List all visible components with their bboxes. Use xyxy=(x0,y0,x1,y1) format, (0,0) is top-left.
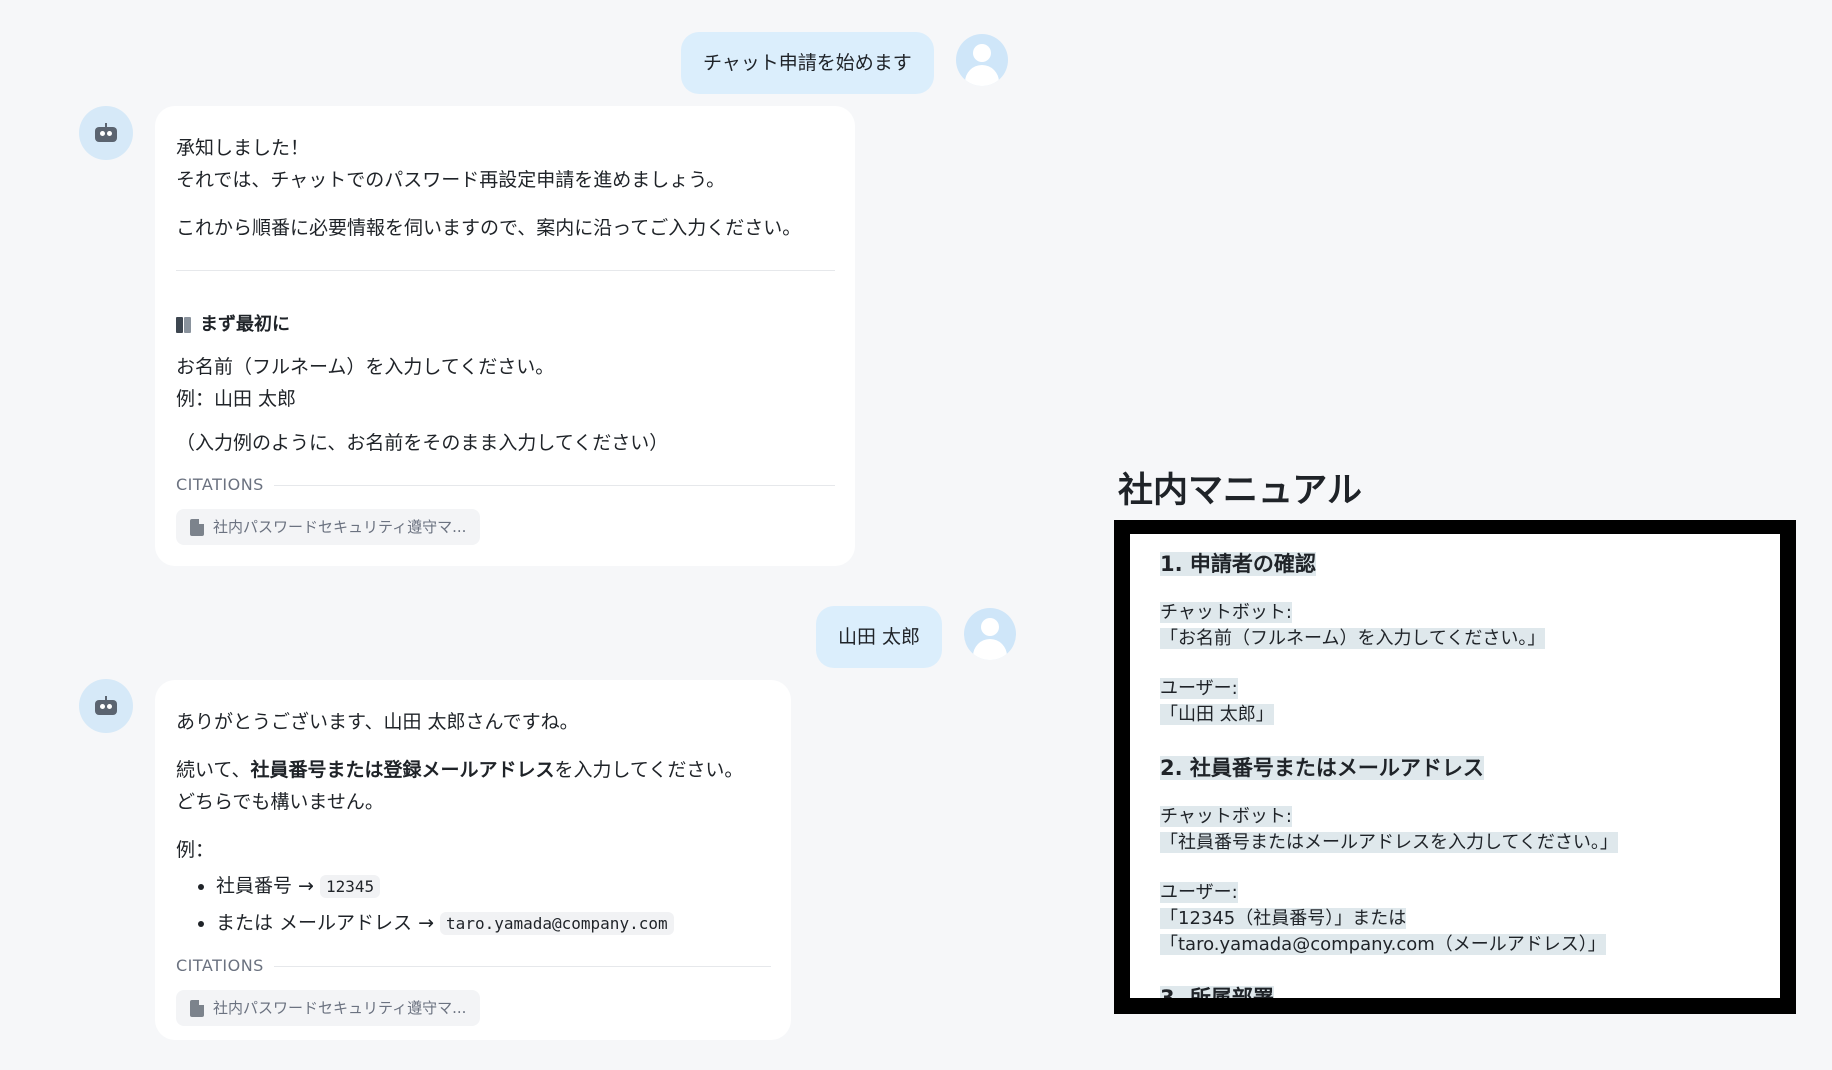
list-item-text: 社員番号 → xyxy=(216,875,320,897)
bot-text: 承知しました！ xyxy=(176,137,310,159)
citations-label: CITATIONS xyxy=(176,956,264,975)
manual-text: 「12345（社員番号）」または xyxy=(1160,908,1407,929)
list-item-text: または メールアドレス → xyxy=(216,912,441,934)
bot-text: どちらでも構いません。 xyxy=(176,791,384,813)
manual-text: 「お名前（フルネーム）を入力してください。」 xyxy=(1160,628,1546,649)
list-item: または メールアドレス → taro.yamada@company.com xyxy=(216,907,771,940)
section-heading: まず最初に xyxy=(176,309,835,341)
bot-text: それでは、チャットでのパスワード再設定申請を進めましょう。 xyxy=(176,169,726,191)
user-message-bubble: 山田 太郎 xyxy=(816,606,943,668)
manual-label: チャットボット: xyxy=(1160,602,1292,623)
user-message-bubble: チャット申請を始めます xyxy=(681,32,934,94)
book-icon xyxy=(176,316,192,334)
manual-label: ユーザー: xyxy=(1160,678,1238,699)
manual-frame: 1. 申請者の確認 チャットボット: 「お名前（フルネーム）を入力してください。… xyxy=(1114,520,1796,1014)
manual-heading: 1. 申請者の確認 xyxy=(1160,552,1316,576)
manual-label: ユーザー: xyxy=(1160,882,1238,903)
emphasis-text: 社員番号または登録メールアドレス xyxy=(250,759,555,781)
bot-text: （入力例のように、お名前をそのまま入力してください） xyxy=(176,432,669,454)
bot-text: お名前（フルネーム）を入力してください。 xyxy=(176,356,555,378)
user-message-row: 山田 太郎 xyxy=(816,606,1017,668)
citation-link[interactable]: 社内パスワードセキュリティ遵守マ... xyxy=(176,990,481,1026)
citation-link[interactable]: 社内パスワードセキュリティ遵守マ... xyxy=(176,509,481,545)
pdf-icon xyxy=(190,999,204,1017)
citation-title: 社内パスワードセキュリティ遵守マ... xyxy=(213,518,467,536)
citations-header: CITATIONS xyxy=(176,950,771,982)
divider xyxy=(176,270,835,271)
manual-text: 「山田 太郎」 xyxy=(1160,704,1274,725)
bot-avatar-icon xyxy=(79,106,133,160)
chat-thread: チャット申請を始めます 承知しました！ それでは、チャットでのパスワード再設定申… xyxy=(0,0,1040,1070)
manual-block: チャットボット: 「社員番号またはメールアドレスを入力してください。」 xyxy=(1160,804,1750,856)
text-run: を入力してください。 xyxy=(554,759,744,781)
bot-text: これから順番に必要情報を伺いますので、案内に沿ってご入力ください。 xyxy=(176,217,802,239)
manual-heading: 3. 所属部署 xyxy=(1160,986,1274,998)
bot-message-card: 承知しました！ それでは、チャットでのパスワード再設定申請を進めましょう。 これ… xyxy=(155,106,855,566)
bot-text: 例： xyxy=(176,839,215,861)
user-avatar-icon xyxy=(955,34,1008,86)
bot-avatar-icon xyxy=(79,679,133,733)
bot-text: ありがとうございます、山田 太郎さんですね。 xyxy=(176,711,579,733)
text-run: 続いて、 xyxy=(176,759,251,781)
list-item: 社員番号 → 12345 xyxy=(216,870,771,903)
code-inline: taro.yamada@company.com xyxy=(440,912,674,935)
code-inline: 12345 xyxy=(320,875,381,898)
pdf-icon xyxy=(190,518,204,536)
citations-label: CITATIONS xyxy=(176,475,264,494)
bot-message-card: ありがとうございます、山田 太郎さんですね。 続いて、社員番号または登録メールア… xyxy=(155,680,791,1040)
manual-title: 社内マニュアル xyxy=(1118,471,1362,511)
manual-block: ユーザー: 「12345（社員番号）」または 「taro.yamada@comp… xyxy=(1160,880,1750,958)
manual-block: チャットボット: 「お名前（フルネーム）を入力してください。」 xyxy=(1160,600,1750,652)
section-heading-text: まず最初に xyxy=(200,314,290,335)
manual-heading: 2. 社員番号またはメールアドレス xyxy=(1160,756,1484,780)
manual-block: ユーザー: 「山田 太郎」 xyxy=(1160,676,1750,728)
manual-content[interactable]: 1. 申請者の確認 チャットボット: 「お名前（フルネーム）を入力してください。… xyxy=(1130,534,1780,998)
user-message-row: チャット申請を始めます xyxy=(681,32,1008,94)
citations-header: CITATIONS xyxy=(176,469,835,501)
manual-text: 「社員番号またはメールアドレスを入力してください。」 xyxy=(1160,832,1618,853)
bot-text: 例：山田 太郎 xyxy=(176,388,297,410)
citation-title: 社内パスワードセキュリティ遵守マ... xyxy=(213,999,467,1017)
bot-text: 続いて、社員番号または登録メールアドレスを入力してください。 xyxy=(176,754,771,786)
manual-text: 「taro.yamada@company.com（メールアドレス）」 xyxy=(1160,934,1606,955)
example-list: 社員番号 → 12345 または メールアドレス → taro.yamada@c… xyxy=(176,870,771,940)
user-avatar-icon xyxy=(964,608,1017,660)
manual-label: チャットボット: xyxy=(1160,806,1292,827)
